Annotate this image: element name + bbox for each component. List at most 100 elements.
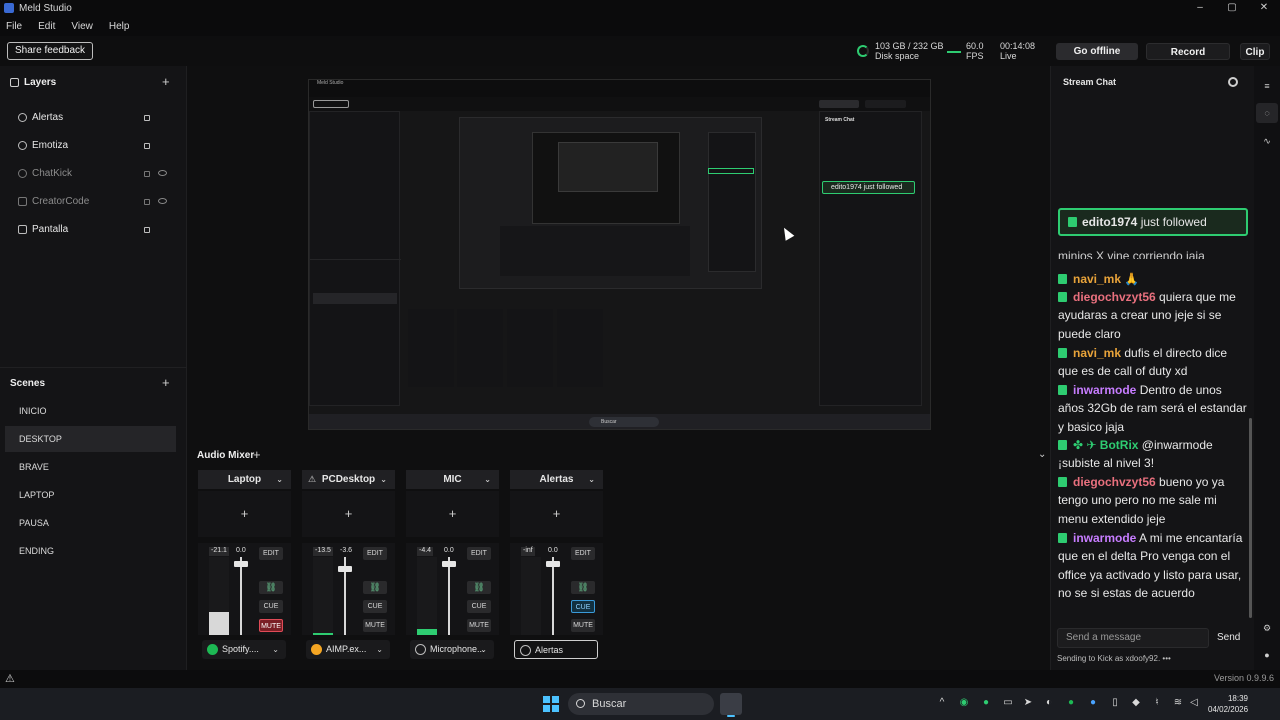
edit-button[interactable]: EDIT	[467, 547, 491, 560]
lock-icon[interactable]	[144, 143, 150, 149]
tray-steam-icon[interactable]: ●	[1087, 697, 1099, 709]
add-audio-channel-button[interactable]: +	[253, 447, 261, 462]
audio-source-select[interactable]: Spotify.... ⌄	[202, 640, 286, 659]
mute-button[interactable]: MUTE	[363, 619, 387, 632]
tray-discord-icon[interactable]: ◐	[1043, 697, 1055, 709]
tray-microphone-icon[interactable]: ♮	[1151, 697, 1163, 709]
chat-bubble-icon[interactable]: ◌	[1261, 107, 1273, 119]
chevron-down-icon[interactable]: ⌄	[380, 470, 387, 489]
link-icon[interactable]: ⛓	[363, 581, 387, 594]
user-avatar-icon[interactable]: ●	[1261, 649, 1273, 661]
chat-username[interactable]: navi_mk	[1073, 272, 1121, 286]
chevron-down-icon[interactable]: ⌄	[276, 470, 283, 489]
volume-fader-track[interactable]	[240, 557, 242, 635]
clip-button[interactable]: Clip	[1240, 43, 1270, 60]
chevron-down-icon[interactable]: ⌄	[588, 470, 595, 489]
add-filter-button[interactable]: +	[510, 491, 603, 537]
layer-item-alertas[interactable]: Alertas	[18, 110, 158, 124]
edit-button[interactable]: EDIT	[363, 547, 387, 560]
tray-spotify-icon[interactable]: ●	[1065, 697, 1077, 709]
lock-icon[interactable]	[144, 227, 150, 233]
taskbar-clock[interactable]: 18:39 04/02/2026	[1208, 693, 1248, 715]
chevron-down-icon[interactable]: ⌄	[484, 470, 491, 489]
volume-fader-handle[interactable]	[234, 560, 248, 567]
add-filter-button[interactable]: +	[198, 491, 291, 537]
cue-button[interactable]: CUE	[467, 600, 491, 613]
minimize-button[interactable]: –	[1184, 0, 1216, 16]
record-button[interactable]: Record	[1146, 43, 1230, 60]
layer-item-chatkick[interactable]: ChatKick	[18, 166, 167, 180]
cue-button[interactable]: CUE	[571, 600, 595, 613]
eye-hidden-icon[interactable]	[158, 198, 167, 204]
mute-button[interactable]: MUTE	[259, 619, 283, 632]
menu-help[interactable]: Help	[109, 21, 130, 32]
menu-view[interactable]: View	[71, 21, 93, 32]
chat-username[interactable]: BotRix	[1100, 438, 1139, 452]
layer-item-emotiza[interactable]: Emotiza	[18, 138, 158, 152]
chat-username[interactable]: inwarmode	[1073, 531, 1136, 545]
scene-item-desktop[interactable]: DESKTOP	[5, 426, 176, 452]
collapse-mixer-chevron-icon[interactable]: ⌄	[1038, 449, 1046, 460]
meld-studio-taskbar-icon[interactable]	[720, 693, 742, 717]
audio-wave-icon[interactable]: ∿	[1261, 135, 1273, 147]
channel-header[interactable]: ⚠ PCDesktop ⌄	[302, 470, 395, 489]
scene-item-ending[interactable]: ENDING	[5, 538, 176, 564]
volume-fader-handle[interactable]	[546, 560, 560, 567]
volume-fader-track[interactable]	[448, 557, 450, 635]
close-button[interactable]: ✕	[1248, 0, 1280, 16]
cue-button[interactable]: CUE	[363, 600, 387, 613]
eye-hidden-icon[interactable]	[158, 170, 167, 176]
chat-send-button[interactable]: Send	[1217, 628, 1240, 648]
chat-scrollbar[interactable]	[1249, 418, 1252, 618]
channel-header[interactable]: Alertas ⌄	[510, 470, 603, 489]
chat-username[interactable]: inwarmode	[1073, 383, 1136, 397]
chat-username[interactable]: diegochvzyt56	[1073, 290, 1156, 304]
channel-header[interactable]: Laptop ⌄	[198, 470, 291, 489]
taskbar-search[interactable]: Buscar	[568, 693, 714, 715]
layer-item-pantalla[interactable]: Pantalla	[18, 222, 158, 236]
tray-app-icon[interactable]: ◉	[958, 697, 970, 709]
mute-button[interactable]: MUTE	[467, 619, 491, 632]
volume-fader-handle[interactable]	[338, 565, 352, 572]
warning-icon[interactable]: ⚠	[5, 672, 15, 685]
share-feedback-button[interactable]: Share feedback	[7, 42, 94, 60]
edit-button[interactable]: EDIT	[259, 547, 283, 560]
link-icon[interactable]: ⛓	[259, 581, 283, 594]
add-filter-button[interactable]: +	[302, 491, 395, 537]
go-offline-button[interactable]: Go offline	[1056, 43, 1138, 60]
edit-button[interactable]: EDIT	[571, 547, 595, 560]
mute-button[interactable]: MUTE	[571, 619, 595, 632]
audio-source-select[interactable]: Alertas	[514, 640, 598, 659]
menu-edit[interactable]: Edit	[38, 21, 55, 32]
layer-item-creatorcode[interactable]: CreatorCode	[18, 194, 167, 208]
volume-fader-handle[interactable]	[442, 560, 456, 567]
gear-icon[interactable]	[1228, 77, 1238, 87]
scene-item-brave[interactable]: BRAVE	[5, 454, 176, 480]
lock-icon[interactable]	[144, 115, 150, 121]
lock-icon[interactable]	[144, 199, 150, 205]
tray-capture-icon[interactable]: ▭	[1002, 697, 1014, 709]
link-icon[interactable]: ⛓	[571, 581, 595, 594]
volume-icon[interactable]: ◁	[1188, 697, 1200, 709]
scene-item-laptop[interactable]: LAPTOP	[5, 482, 176, 508]
more-options-icon[interactable]: •••	[1162, 654, 1170, 663]
tray-shield-icon[interactable]: ◆	[1130, 697, 1142, 709]
tray-browser-icon[interactable]: ●	[980, 697, 992, 709]
tray-overflow-chevron-icon[interactable]: ^	[936, 697, 948, 709]
chat-message-input[interactable]: Send a message	[1057, 628, 1209, 648]
volume-fader-track[interactable]	[552, 557, 554, 635]
audio-source-select[interactable]: AIMP.ex... ⌄	[306, 640, 390, 659]
cue-button[interactable]: CUE	[259, 600, 283, 613]
add-layer-button[interactable]: +	[162, 74, 170, 89]
add-filter-button[interactable]: +	[406, 491, 499, 537]
channel-header[interactable]: MIC ⌄	[406, 470, 499, 489]
settings-icon[interactable]: ⚙	[1261, 622, 1273, 634]
menu-file[interactable]: File	[6, 21, 22, 32]
tray-telegram-icon[interactable]: ➤	[1022, 697, 1034, 709]
windows-start-icon[interactable]	[543, 696, 559, 712]
scene-preview-canvas[interactable]: Meld Studio Stream Chat edito1974 just f…	[308, 79, 931, 430]
maximize-button[interactable]: ▢	[1216, 0, 1248, 16]
chat-username[interactable]: diegochvzyt56	[1073, 475, 1156, 489]
audio-source-select[interactable]: Microphone... ⌄	[410, 640, 494, 659]
scene-item-inicio[interactable]: INICIO	[5, 398, 176, 424]
